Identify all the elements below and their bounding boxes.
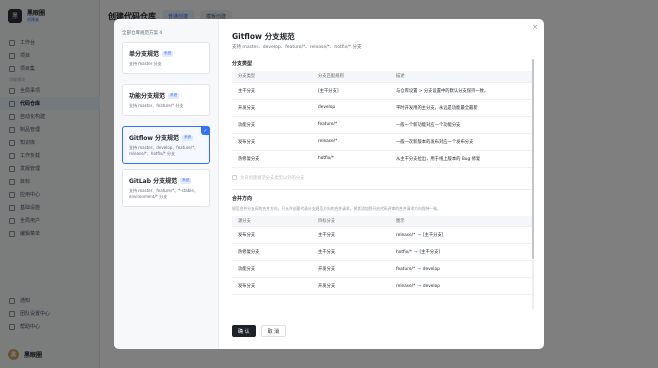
checkbox <box>232 175 237 180</box>
scheme-list-title: 全部仓库规范方案 4 <box>122 31 163 36</box>
scrollbar[interactable] <box>532 59 534 309</box>
column-header: 目标分支 <box>312 215 390 227</box>
detail-subtitle: 支持 master、develop、feature/*、release/*、ho… <box>232 45 362 50</box>
scrollbar-thumb[interactable] <box>532 59 534 259</box>
scheme-desc: 支持 master、feature/*、*-stable、environment… <box>129 188 198 199</box>
table-row: 热修复分支 主干分支 hotfix/* → [主干分支] <box>232 243 532 261</box>
scheme-title: Gitflow 分支规范 <box>129 135 180 142</box>
table-row: 功能分支 开发分支 feature/* → develop <box>232 260 532 278</box>
allow-other-branches-option: 允许创建规范分支类型以外的分支 <box>232 175 532 181</box>
table-row: 发布分支 release/* 一般一次新版本的发布对应一个发布分支 <box>232 133 532 151</box>
scheme-desc: 支持 master、feature/* 分支 <box>129 103 184 108</box>
table-row: 热修复分支 hotfix/* 从主干分支拉出，用于线上版本的 Bug 修复 <box>232 150 532 168</box>
modal-footer: 确 认 取 消 <box>232 325 287 337</box>
merge-direction-heading: 合并方向 <box>232 195 253 202</box>
table-row: 主干分支 [主干分支] 与仓库设置 > 分支设置中的默认分支保持一致。 <box>232 82 532 100</box>
scheme-title: 功能分支规范 <box>129 93 166 100</box>
table-row: 发布分支 主干分支 release/* → [主干分支] <box>232 226 532 244</box>
table-row: 发布分支 开发分支 release/* → develop <box>232 277 532 295</box>
scheme-desc: 支持 master 分支 <box>129 61 162 66</box>
column-header: 图示 <box>390 215 532 227</box>
merge-direction-desc: 规范合并分支间的合并方向，只允许创建代表分支规范方向的合并请求。将其添加到开启代… <box>232 205 441 211</box>
column-header: 分支类型 <box>232 71 312 83</box>
scheme-list: 全部仓库规范方案 4 单分支规范 系统 支持 master 分支 功能分支规范 系统… <box>114 19 219 349</box>
scheme-title: 单分支规范 <box>129 51 160 58</box>
table-row: 功能分支 feature/* 一般一个新功能对应一个功能分支 <box>232 116 532 134</box>
arrow-right-icon: → <box>417 266 421 272</box>
arrow-right-icon: → <box>413 250 418 255</box>
column-header: 源分支 <box>232 215 312 227</box>
system-tag: 系统 <box>168 92 180 99</box>
scheme-card-gitflow[interactable]: ✓ Gitflow 分支规范 系统 支持 master、develop、featu… <box>122 126 210 164</box>
system-tag: 系统 <box>162 50 174 57</box>
branch-scheme-modal: × 全部仓库规范方案 4 单分支规范 系统 支持 master 分支 功能分支规范… <box>114 19 544 349</box>
branch-type-table: 分支类型 分支匹配规则 描述 主干分支 [主干分支] 与仓库设置 > 分支设置中的默… <box>232 71 532 168</box>
detail-scroll-area[interactable]: 分支类型 分支类型 分支匹配规则 描述 主干分支 [主干分支] 与仓库设置 > 分支… <box>232 55 532 315</box>
merge-direction-table: 源分支 目标分支 图示 发布分支 主干分支 release/* → [主干分支] 热修复… <box>232 215 532 295</box>
scheme-card-gitlab[interactable]: GitLab 分支规范 系统 支持 master、feature/*、*-stab… <box>122 169 210 207</box>
check-icon: ✓ <box>201 126 210 135</box>
arrow-right-icon: → <box>417 233 421 238</box>
system-tag: 系统 <box>180 177 192 184</box>
column-header: 分支匹配规则 <box>312 71 390 83</box>
detail-title: Gitflow 分支规范 <box>232 32 295 41</box>
system-tag: 系统 <box>182 134 194 141</box>
column-header: 描述 <box>390 71 532 83</box>
cancel-button[interactable]: 取 消 <box>260 325 287 337</box>
scheme-card-single[interactable]: 单分支规范 系统 支持 master 分支 <box>122 42 210 74</box>
arrow-right-icon: → <box>417 283 421 289</box>
scheme-title: GitLab 分支规范 <box>129 178 178 185</box>
scheme-card-feature[interactable]: 功能分支规范 系统 支持 master、feature/* 分支 <box>122 84 210 116</box>
confirm-button[interactable]: 确 认 <box>232 325 256 337</box>
table-row: 开发分支 develop 平时开发用的主分支，永远是功能最全最新 <box>232 99 532 117</box>
divider <box>232 188 532 190</box>
scheme-desc: 支持 master、develop、feature/*、release/*、ho… <box>129 145 199 156</box>
branch-type-heading: 分支类型 <box>232 61 253 67</box>
